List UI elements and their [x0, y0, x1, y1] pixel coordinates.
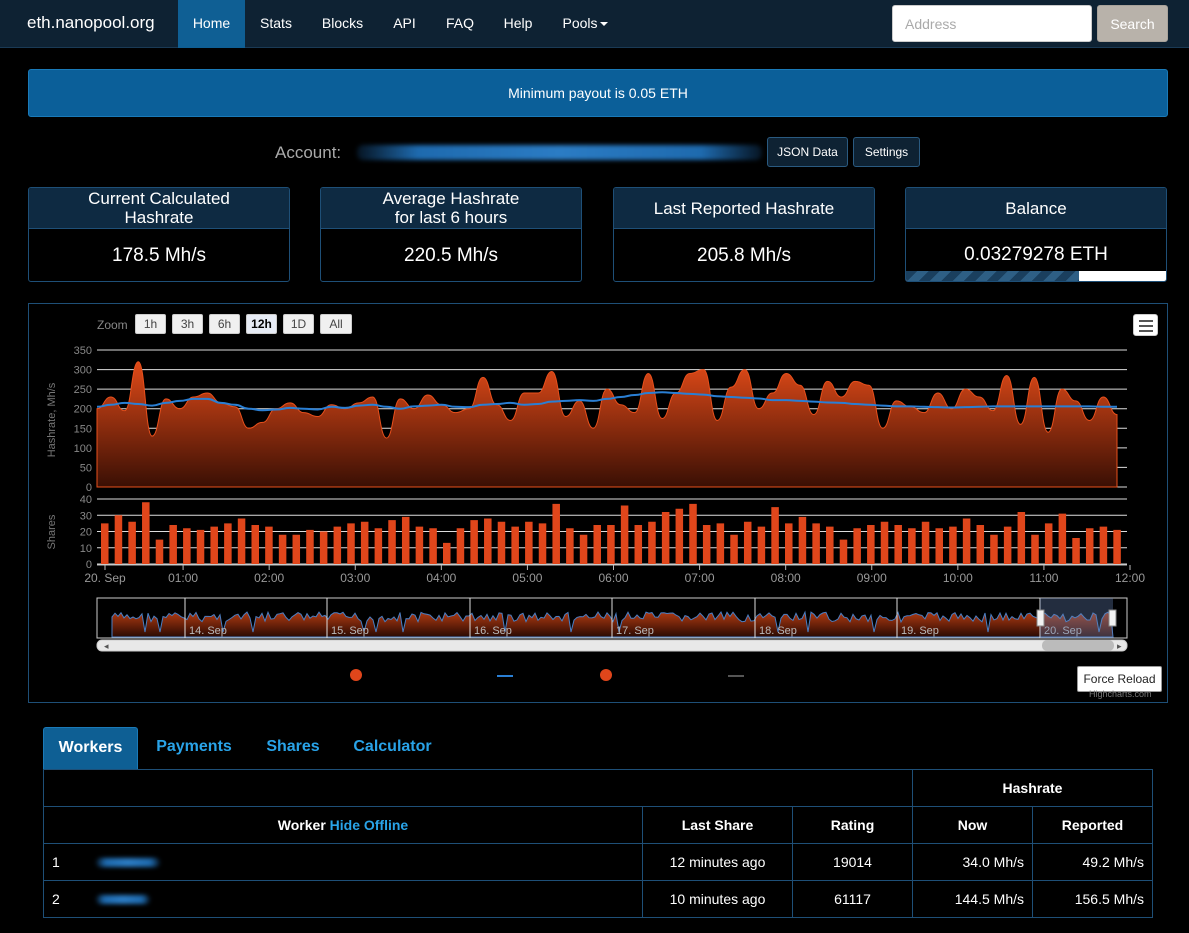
worker-name-redacted	[95, 895, 150, 904]
zoom-label: Zoom	[97, 318, 128, 332]
top-navbar: eth.nanopool.org Home Stats Blocks API F…	[0, 0, 1189, 48]
nav-help[interactable]: Help	[489, 0, 547, 48]
stat-value: 205.8 Mh/s	[697, 245, 791, 266]
nav-api[interactable]: API	[378, 0, 431, 48]
last-share-cell: 10 minutes ago	[642, 880, 793, 918]
stat-reported-hashrate: Last Reported Hashrate 205.8 Mh/s	[613, 187, 875, 282]
reported-hashrate-cell: 156.5 Mh/s	[1032, 880, 1153, 918]
stat-value: 0.03279278 ETH	[964, 244, 1108, 265]
zoom-1h-button[interactable]: 1h	[135, 314, 166, 334]
worker-name-redacted	[95, 858, 160, 867]
settings-button[interactable]: Settings	[853, 137, 920, 167]
now-header[interactable]: Now	[912, 806, 1033, 844]
payout-progress-fill	[906, 271, 1079, 281]
stat-title: Average Hashrate for last 6 hours	[321, 188, 581, 229]
table-row[interactable]: 2 10 minutes ago 61117 144.5 Mh/s 156.5 …	[42, 880, 1153, 918]
zoom-12h-button[interactable]: 12h	[246, 314, 277, 334]
stat-average-hashrate: Average Hashrate for last 6 hours 220.5 …	[320, 187, 582, 282]
stat-balance: Balance 0.03279278 ETH	[905, 187, 1167, 282]
row-number: 1	[42, 843, 68, 881]
address-search-input[interactable]	[892, 5, 1092, 42]
zoom-all-button[interactable]: All	[320, 314, 352, 334]
stat-title: Balance	[906, 188, 1166, 229]
rating-cell: 19014	[792, 843, 913, 881]
payout-alert: Minimum payout is 0.05 ETH	[28, 69, 1168, 117]
payout-progress-bar	[906, 271, 1166, 281]
rating-header[interactable]: Rating	[792, 806, 913, 844]
row-number: 2	[42, 880, 68, 918]
account-address-redacted	[357, 145, 762, 160]
account-label: Account:	[275, 143, 342, 162]
tab-workers[interactable]: Workers	[43, 727, 138, 769]
worker-column-header: Worker Hide Offline	[43, 806, 643, 844]
json-data-button[interactable]: JSON Data	[767, 137, 848, 167]
tab-payments[interactable]: Payments	[146, 727, 242, 769]
hide-offline-link[interactable]: Hide Offline	[330, 817, 409, 833]
nav-faq[interactable]: FAQ	[431, 0, 489, 48]
stat-title: Last Reported Hashrate	[614, 188, 874, 229]
highcharts-credit[interactable]: Highcharts.com	[1089, 689, 1152, 699]
reported-hashrate-cell: 49.2 Mh/s	[1032, 843, 1153, 881]
workers-table: Hashrate Worker Hide Offline Last Share …	[42, 769, 1153, 918]
zoom-6h-button[interactable]: 6h	[209, 314, 240, 334]
now-hashrate-cell: 34.0 Mh/s	[912, 843, 1033, 881]
now-hashrate-cell: 144.5 Mh/s	[912, 880, 1033, 918]
header-spacer	[43, 769, 913, 807]
stat-value: 178.5 Mh/s	[112, 245, 206, 266]
stat-title: Current Calculated Hashrate	[29, 188, 289, 229]
nav-pools-label: Pools	[562, 15, 598, 31]
nav-blocks[interactable]: Blocks	[307, 0, 378, 48]
zoom-1d-button[interactable]: 1D	[283, 314, 314, 334]
hashrate-chart-panel	[28, 303, 1168, 703]
last-share-header[interactable]: Last Share	[642, 806, 793, 844]
last-share-cell: 12 minutes ago	[642, 843, 793, 881]
tab-shares[interactable]: Shares	[255, 727, 331, 769]
stat-value: 220.5 Mh/s	[404, 245, 498, 266]
reported-header[interactable]: Reported	[1032, 806, 1153, 844]
search-button[interactable]: Search	[1097, 5, 1168, 42]
rating-cell: 61117	[792, 880, 913, 918]
stat-current-hashrate: Current Calculated Hashrate 178.5 Mh/s	[28, 187, 290, 282]
worker-name-cell[interactable]	[67, 843, 643, 881]
worker-name-cell[interactable]	[67, 880, 643, 918]
hashrate-group-header: Hashrate	[912, 769, 1153, 807]
tab-calculator[interactable]: Calculator	[343, 727, 442, 769]
nav-stats[interactable]: Stats	[245, 0, 307, 48]
brand-logo[interactable]: eth.nanopool.org	[27, 13, 155, 33]
nav-pools-dropdown[interactable]: Pools	[547, 0, 623, 48]
table-row[interactable]: 1 12 minutes ago 19014 34.0 Mh/s 49.2 Mh…	[42, 843, 1153, 881]
zoom-3h-button[interactable]: 3h	[172, 314, 203, 334]
chart-menu-icon[interactable]	[1133, 314, 1158, 336]
caret-down-icon	[599, 22, 608, 27]
worker-header-label: Worker	[277, 817, 326, 833]
nav-home[interactable]: Home	[178, 0, 245, 48]
